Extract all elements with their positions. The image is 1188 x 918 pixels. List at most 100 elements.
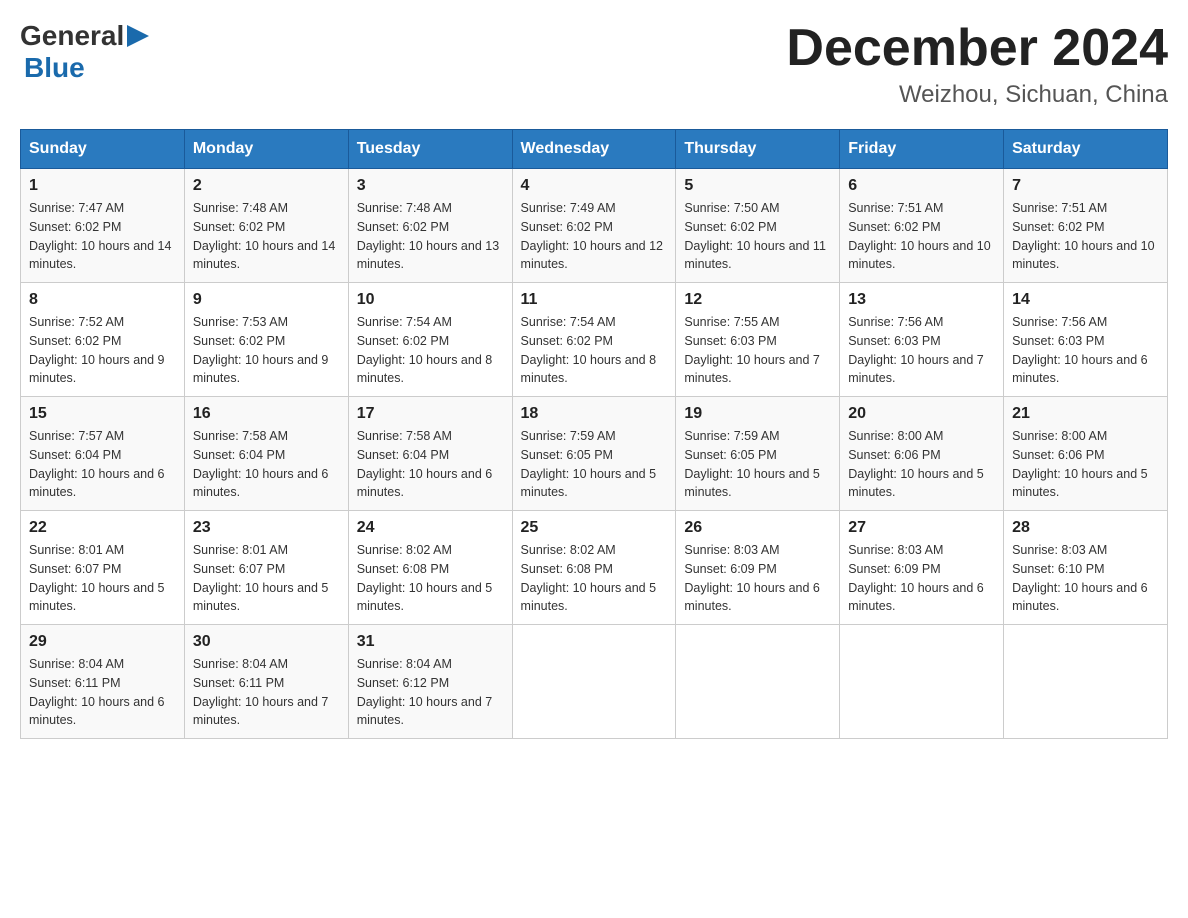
table-row: 13 Sunrise: 7:56 AMSunset: 6:03 PMDaylig… (840, 283, 1004, 397)
header-thursday: Thursday (676, 130, 840, 169)
calendar-week-row: 1 Sunrise: 7:47 AMSunset: 6:02 PMDayligh… (21, 169, 1168, 283)
day-number: 19 (684, 405, 831, 423)
table-row: 1 Sunrise: 7:47 AMSunset: 6:02 PMDayligh… (21, 169, 185, 283)
table-row: 26 Sunrise: 8:03 AMSunset: 6:09 PMDaylig… (676, 511, 840, 625)
table-row: 17 Sunrise: 7:58 AMSunset: 6:04 PMDaylig… (348, 397, 512, 511)
table-row: 2 Sunrise: 7:48 AMSunset: 6:02 PMDayligh… (184, 169, 348, 283)
day-number: 22 (29, 519, 176, 537)
day-number: 29 (29, 633, 176, 651)
table-row: 31 Sunrise: 8:04 AMSunset: 6:12 PMDaylig… (348, 625, 512, 739)
table-row: 12 Sunrise: 7:55 AMSunset: 6:03 PMDaylig… (676, 283, 840, 397)
day-info: Sunrise: 7:56 AMSunset: 6:03 PMDaylight:… (1012, 313, 1159, 388)
day-info: Sunrise: 8:01 AMSunset: 6:07 PMDaylight:… (29, 541, 176, 616)
day-info: Sunrise: 8:03 AMSunset: 6:09 PMDaylight:… (848, 541, 995, 616)
table-row: 23 Sunrise: 8:01 AMSunset: 6:07 PMDaylig… (184, 511, 348, 625)
day-info: Sunrise: 7:58 AMSunset: 6:04 PMDaylight:… (193, 427, 340, 502)
table-row (512, 625, 676, 739)
day-info: Sunrise: 7:51 AMSunset: 6:02 PMDaylight:… (848, 199, 995, 274)
day-number: 7 (1012, 177, 1159, 195)
day-info: Sunrise: 7:58 AMSunset: 6:04 PMDaylight:… (357, 427, 504, 502)
calendar-week-row: 8 Sunrise: 7:52 AMSunset: 6:02 PMDayligh… (21, 283, 1168, 397)
day-number: 18 (521, 405, 668, 423)
table-row: 18 Sunrise: 7:59 AMSunset: 6:05 PMDaylig… (512, 397, 676, 511)
day-info: Sunrise: 7:52 AMSunset: 6:02 PMDaylight:… (29, 313, 176, 388)
day-number: 9 (193, 291, 340, 309)
day-number: 8 (29, 291, 176, 309)
table-row: 27 Sunrise: 8:03 AMSunset: 6:09 PMDaylig… (840, 511, 1004, 625)
day-number: 5 (684, 177, 831, 195)
title-section: December 2024 Weizhou, Sichuan, China (786, 20, 1168, 109)
day-info: Sunrise: 7:59 AMSunset: 6:05 PMDaylight:… (521, 427, 668, 502)
table-row: 7 Sunrise: 7:51 AMSunset: 6:02 PMDayligh… (1004, 169, 1168, 283)
day-info: Sunrise: 8:02 AMSunset: 6:08 PMDaylight:… (357, 541, 504, 616)
day-info: Sunrise: 7:54 AMSunset: 6:02 PMDaylight:… (521, 313, 668, 388)
day-number: 21 (1012, 405, 1159, 423)
table-row: 28 Sunrise: 8:03 AMSunset: 6:10 PMDaylig… (1004, 511, 1168, 625)
day-info: Sunrise: 7:51 AMSunset: 6:02 PMDaylight:… (1012, 199, 1159, 274)
table-row: 24 Sunrise: 8:02 AMSunset: 6:08 PMDaylig… (348, 511, 512, 625)
day-number: 30 (193, 633, 340, 651)
header-tuesday: Tuesday (348, 130, 512, 169)
day-info: Sunrise: 8:03 AMSunset: 6:09 PMDaylight:… (684, 541, 831, 616)
table-row: 6 Sunrise: 7:51 AMSunset: 6:02 PMDayligh… (840, 169, 1004, 283)
month-year-title: December 2024 (786, 20, 1168, 77)
table-row: 9 Sunrise: 7:53 AMSunset: 6:02 PMDayligh… (184, 283, 348, 397)
day-number: 12 (684, 291, 831, 309)
table-row: 22 Sunrise: 8:01 AMSunset: 6:07 PMDaylig… (21, 511, 185, 625)
table-row (676, 625, 840, 739)
day-number: 6 (848, 177, 995, 195)
table-row: 30 Sunrise: 8:04 AMSunset: 6:11 PMDaylig… (184, 625, 348, 739)
header-saturday: Saturday (1004, 130, 1168, 169)
logo-blue-text: Blue (24, 52, 85, 83)
day-info: Sunrise: 7:57 AMSunset: 6:04 PMDaylight:… (29, 427, 176, 502)
table-row: 25 Sunrise: 8:02 AMSunset: 6:08 PMDaylig… (512, 511, 676, 625)
header-sunday: Sunday (21, 130, 185, 169)
table-row: 29 Sunrise: 8:04 AMSunset: 6:11 PMDaylig… (21, 625, 185, 739)
day-info: Sunrise: 7:47 AMSunset: 6:02 PMDaylight:… (29, 199, 176, 274)
day-info: Sunrise: 8:04 AMSunset: 6:12 PMDaylight:… (357, 655, 504, 730)
table-row: 5 Sunrise: 7:50 AMSunset: 6:02 PMDayligh… (676, 169, 840, 283)
table-row: 21 Sunrise: 8:00 AMSunset: 6:06 PMDaylig… (1004, 397, 1168, 511)
header-monday: Monday (184, 130, 348, 169)
page-header: General Blue December 2024 Weizhou, Sich… (20, 20, 1168, 109)
logo-arrow-icon (127, 25, 149, 47)
day-number: 11 (521, 291, 668, 309)
day-info: Sunrise: 7:50 AMSunset: 6:02 PMDaylight:… (684, 199, 831, 274)
day-number: 14 (1012, 291, 1159, 309)
day-number: 24 (357, 519, 504, 537)
table-row: 10 Sunrise: 7:54 AMSunset: 6:02 PMDaylig… (348, 283, 512, 397)
day-info: Sunrise: 7:54 AMSunset: 6:02 PMDaylight:… (357, 313, 504, 388)
day-number: 23 (193, 519, 340, 537)
day-number: 3 (357, 177, 504, 195)
calendar-week-row: 29 Sunrise: 8:04 AMSunset: 6:11 PMDaylig… (21, 625, 1168, 739)
day-number: 16 (193, 405, 340, 423)
day-info: Sunrise: 8:01 AMSunset: 6:07 PMDaylight:… (193, 541, 340, 616)
day-number: 4 (521, 177, 668, 195)
day-info: Sunrise: 7:48 AMSunset: 6:02 PMDaylight:… (357, 199, 504, 274)
day-info: Sunrise: 7:48 AMSunset: 6:02 PMDaylight:… (193, 199, 340, 274)
day-number: 20 (848, 405, 995, 423)
day-info: Sunrise: 8:04 AMSunset: 6:11 PMDaylight:… (29, 655, 176, 730)
day-info: Sunrise: 7:49 AMSunset: 6:02 PMDaylight:… (521, 199, 668, 274)
day-info: Sunrise: 8:04 AMSunset: 6:11 PMDaylight:… (193, 655, 340, 730)
day-number: 15 (29, 405, 176, 423)
table-row (1004, 625, 1168, 739)
table-row: 14 Sunrise: 7:56 AMSunset: 6:03 PMDaylig… (1004, 283, 1168, 397)
day-number: 17 (357, 405, 504, 423)
table-row (840, 625, 1004, 739)
calendar-table: Sunday Monday Tuesday Wednesday Thursday… (20, 129, 1168, 739)
day-info: Sunrise: 7:56 AMSunset: 6:03 PMDaylight:… (848, 313, 995, 388)
table-row: 11 Sunrise: 7:54 AMSunset: 6:02 PMDaylig… (512, 283, 676, 397)
day-number: 25 (521, 519, 668, 537)
location-subtitle: Weizhou, Sichuan, China (786, 81, 1168, 109)
day-info: Sunrise: 7:53 AMSunset: 6:02 PMDaylight:… (193, 313, 340, 388)
day-number: 27 (848, 519, 995, 537)
calendar-week-row: 22 Sunrise: 8:01 AMSunset: 6:07 PMDaylig… (21, 511, 1168, 625)
header-friday: Friday (840, 130, 1004, 169)
day-number: 13 (848, 291, 995, 309)
day-number: 10 (357, 291, 504, 309)
table-row: 8 Sunrise: 7:52 AMSunset: 6:02 PMDayligh… (21, 283, 185, 397)
day-number: 2 (193, 177, 340, 195)
table-row: 16 Sunrise: 7:58 AMSunset: 6:04 PMDaylig… (184, 397, 348, 511)
day-info: Sunrise: 8:00 AMSunset: 6:06 PMDaylight:… (1012, 427, 1159, 502)
